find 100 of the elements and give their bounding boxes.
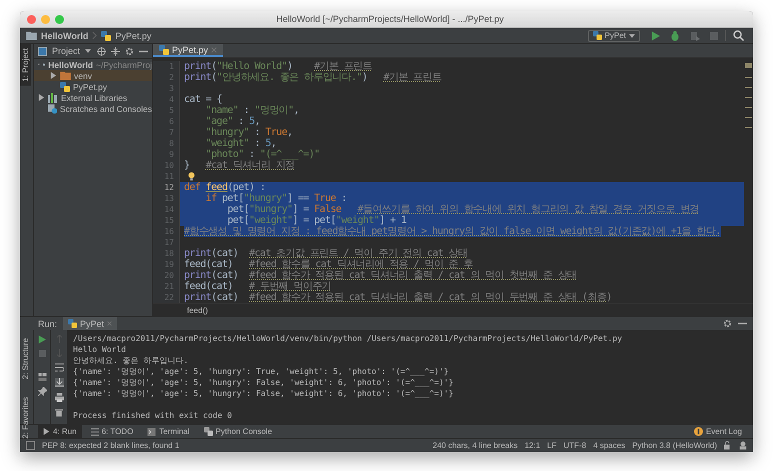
scratch-icon <box>48 104 57 114</box>
scroll-marker[interactable] <box>745 97 752 98</box>
python-file-icon <box>60 82 70 92</box>
expand-arrow-icon[interactable] <box>50 72 57 79</box>
tool-window-tab[interactable]: 6: TODO <box>86 425 138 438</box>
scroll-marker[interactable] <box>745 117 752 118</box>
code-line: "weight" : 5, <box>204 138 276 150</box>
event-icon <box>694 427 703 436</box>
layout-icon[interactable] <box>38 373 46 381</box>
code-line: print(cat) #feed 함수가 적용된 cat 딕셔너리 출력 / cat 의 먹이 두번째 준 상태 (최종) <box>184 292 612 304</box>
code-line: feed(cat) #feed 함수를 cat 딕셔너리에 적용 / 먹이 준 후 <box>184 259 473 270</box>
code-line: print("Hello World") #기본 프린트 <box>184 61 372 72</box>
editor-tab[interactable]: PyPet.py <box>153 44 224 58</box>
close-window-button[interactable] <box>27 14 36 24</box>
status-item[interactable]: UTF-8 <box>564 441 586 450</box>
terminal-icon <box>147 428 156 436</box>
run-tab[interactable]: PyPet <box>63 317 118 330</box>
bug-icon[interactable] <box>670 30 680 40</box>
code-line: feed(cat) # 두번째 먹이주기 <box>184 281 332 292</box>
code-line: def feed(pet) : <box>184 182 266 194</box>
python-icon <box>592 31 602 40</box>
code-line: cat = { <box>184 94 222 106</box>
code-breadcrumb[interactable]: feed() <box>187 306 208 315</box>
tree-item[interactable]: venv <box>34 70 152 81</box>
scroll-marker[interactable] <box>745 87 752 88</box>
console-line: {'name': '멍멍이', 'age': 5, 'hungry': False, 'weight': 6, 'photo': '(=^___^=)'} <box>73 389 454 398</box>
code-line: pet["weight"] = pet["weight"] + 1 <box>226 215 406 226</box>
code-line: "photo" : "(=^___^=)" <box>204 149 320 160</box>
caret-icon[interactable] <box>85 49 92 53</box>
rerun-icon[interactable] <box>38 335 46 344</box>
python-icon <box>204 427 213 436</box>
folder-icon <box>60 71 71 80</box>
breadcrumb-item[interactable]: PyPet.py <box>115 30 152 40</box>
lock-icon[interactable] <box>724 441 732 450</box>
search-icon[interactable] <box>733 30 744 41</box>
tool-window-tab[interactable]: Python Console <box>198 425 278 438</box>
scroll-marker[interactable] <box>745 77 752 78</box>
print-icon[interactable] <box>54 393 64 402</box>
scroll-marker[interactable] <box>745 107 752 108</box>
library-icon <box>48 92 58 102</box>
console-line: Hello World <box>73 345 126 354</box>
scroll-marker[interactable] <box>745 127 752 128</box>
status-item[interactable]: Python 3.8 (HelloWorld) <box>632 441 717 450</box>
status-item[interactable]: 4 spaces <box>593 441 626 450</box>
project-tool-tab[interactable]: 1: Project <box>20 44 31 86</box>
status-item[interactable]: 240 chars, 4 line breaks <box>432 441 518 450</box>
python-icon <box>68 319 78 328</box>
tree-item[interactable]: PyPet.py <box>34 81 152 92</box>
code-line: print("안녕하세요. 좋은 하루입니다.") #기본 프린트 <box>184 72 442 84</box>
collapse-icon[interactable] <box>111 46 120 56</box>
side-tool-tab[interactable]: 2: Favorites <box>20 393 33 444</box>
tree-item[interactable]: Scratches and Consoles <box>34 103 152 114</box>
inspection-status-icon[interactable] <box>745 63 752 68</box>
window-title: HelloWorld [~/PycharmProjects/HelloWorld] - .../PyPet.py <box>275 14 505 24</box>
tool-window-tab[interactable]: Terminal <box>142 425 195 438</box>
console-line: {'name': '멍멍이', 'age': 5, 'hungry': False, 'weight': 6, 'photo': '(=^___^=)'} <box>73 378 454 387</box>
scroll-to-end-icon[interactable] <box>54 378 64 387</box>
console-line: {'name': '멍멍이', 'age': 5, 'hungry': True, 'weight': 5, 'photo': '(=^___^=)'} <box>73 367 449 376</box>
tool-windows-toggle-icon[interactable] <box>26 441 35 450</box>
tool-window-tab[interactable]: 4: Run <box>38 425 82 438</box>
tree-item[interactable]: External Libraries <box>34 92 152 103</box>
breadcrumb-item[interactable]: HelloWorld <box>41 30 88 40</box>
run-icon[interactable] <box>651 30 660 40</box>
soft-wrap-icon[interactable] <box>54 363 64 372</box>
run-configuration-dropdown[interactable]: PyPet <box>588 30 640 42</box>
code-line: print(cat) #feed 함수가 적용된 cat 딕셔너리 출력 / cat 의 먹이 첫번째 준 상태 <box>184 270 577 282</box>
expand-arrow-icon[interactable] <box>38 94 45 101</box>
side-tool-tab[interactable]: 2: Structure <box>20 334 33 384</box>
run-label: Run: <box>38 318 58 328</box>
code-line: } #cat 딕셔너리 지정 <box>184 160 295 172</box>
pin-icon[interactable] <box>38 387 46 396</box>
code-line: "hungry" : True, <box>204 127 292 138</box>
lightbulb-icon[interactable] <box>188 172 195 182</box>
project-view-icon <box>38 46 47 56</box>
code-line: "age" : 5, <box>204 116 260 128</box>
folder-icon <box>26 31 37 40</box>
console-line: Process finished with exit code 0 <box>73 411 232 420</box>
console-line: /Users/macpro2011/PycharmProjects/HelloWorld/venv/bin/python /Users/macpro2011/PycharmProjects/HelloWorld/PyPet.py <box>73 334 622 343</box>
python-file-icon <box>101 30 112 40</box>
status-item[interactable]: LF <box>547 441 557 450</box>
python-file-icon <box>159 44 169 55</box>
settings-icon[interactable] <box>125 46 134 56</box>
trash-icon[interactable] <box>55 408 63 417</box>
tree-item[interactable]: HelloWorld ~/PycharmProj <box>34 59 152 70</box>
list-icon <box>90 428 99 436</box>
event-log-tab[interactable]: Event Log <box>688 425 747 438</box>
play-icon <box>43 428 50 435</box>
caret-icon <box>629 34 635 38</box>
project-view-dropdown[interactable]: Project <box>52 46 80 56</box>
code-line: "name" : "멍멍이", <box>204 105 299 116</box>
status-item[interactable]: 12:1 <box>524 441 540 450</box>
code-line: if pet["hungry"] == True : <box>204 193 347 204</box>
code-line: print(cat) #cat 초기값 프린트 / 먹이 주기 전의 cat 상태 <box>184 248 468 260</box>
console-line: 안녕하세요. 좋은 하루입니다. <box>73 356 188 365</box>
code-line: pet["hungry"] = False #들여쓰기를 하여 위의 함수내에 위치 헝그리의 값 참일 경우 거짓으로 변경 <box>226 204 700 216</box>
crosshair-icon[interactable] <box>97 46 106 56</box>
inspector-icon[interactable] <box>739 441 747 450</box>
settings-icon[interactable] <box>723 319 732 328</box>
line-number: 12 <box>164 182 174 194</box>
coverage-icon[interactable] <box>690 30 700 40</box>
